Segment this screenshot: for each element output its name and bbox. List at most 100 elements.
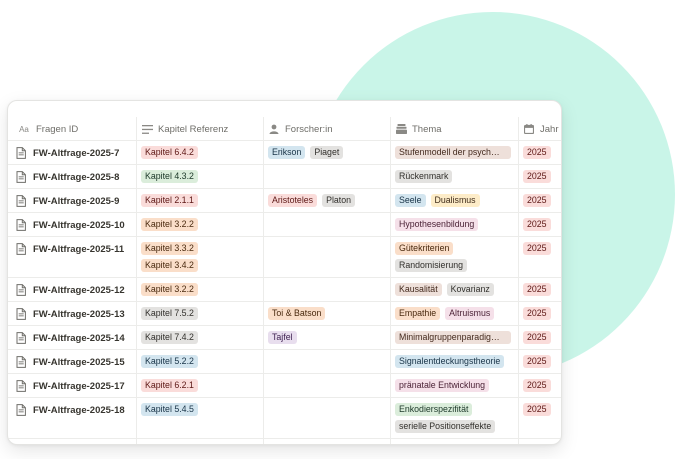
thema-tag[interactable]: Kausalität (395, 283, 442, 296)
jahr-tag[interactable]: 2025 (523, 403, 551, 416)
kapitel-tag[interactable]: Kapitel 3.4.2 (141, 259, 198, 272)
table-row[interactable]: FW-Altfrage-2025-8 Kapitel 4.3.2 Rückenmar… (8, 165, 561, 189)
table-row[interactable]: FW-Altfrage-2025-9 Kapitel 2.1.1 Aristotel… (8, 189, 561, 213)
jahr-cell[interactable]: 2025 (523, 170, 551, 183)
jahr-tag[interactable]: 2025 (523, 307, 551, 320)
jahr-cell[interactable]: 2025 (523, 283, 551, 296)
jahr-tag[interactable]: 2025 (523, 331, 551, 344)
table-row[interactable]: FW-Altfrage-2025-18 Kapitel 5.4.5 Enkodier… (8, 398, 561, 439)
forscher-cell[interactable]: Tajfel (268, 331, 297, 344)
column-header-forscher[interactable]: Forscher:in (268, 117, 333, 141)
jahr-tag[interactable]: 2025 (523, 146, 551, 159)
thema-cell[interactable]: Hypothesenbildung (395, 218, 479, 231)
jahr-cell[interactable]: 2025 (523, 355, 551, 368)
jahr-cell[interactable]: 2025 (523, 307, 551, 320)
kapitel-cell[interactable]: Kapitel 5.2.2 (141, 355, 198, 368)
thema-tag[interactable]: Dualismus (430, 194, 480, 207)
forscher-tag[interactable]: Toi & Batson (268, 307, 326, 320)
table-row[interactable]: FW-Altfrage-2025-14 Kapitel 7.4.2 Tajfel Mi… (8, 326, 561, 350)
thema-cell[interactable]: Rückenmark (395, 170, 453, 183)
forscher-cell[interactable]: Aristoteles Platon (268, 194, 356, 207)
forscher-tag[interactable]: Platon (322, 194, 356, 207)
thema-tag[interactable]: Randomisierung (395, 259, 468, 272)
table-row[interactable]: FW-Altfrage-2025-13 Kapitel 7.5.2 Toi & Ba… (8, 302, 561, 326)
fragen-id-cell[interactable]: FW-Altfrage-2025-10 (16, 219, 125, 231)
jahr-cell[interactable]: 2025 (523, 242, 551, 255)
kapitel-tag[interactable]: Kapitel 3.2.2 (141, 218, 198, 231)
kapitel-cell[interactable]: Kapitel 6.2.1 (141, 379, 198, 392)
thema-cell[interactable]: Empathie Altruismus (395, 307, 495, 320)
thema-tag[interactable]: serielle Positionseffekte (395, 420, 496, 433)
table-row[interactable]: FW-Altfrage-2025-7 Kapitel 6.4.2 Erikson Pi… (8, 141, 561, 165)
fragen-id-cell[interactable]: FW-Altfrage-2025-15 (16, 356, 125, 368)
forscher-cell[interactable]: Erikson Piaget (268, 146, 344, 159)
thema-cell[interactable]: Kausalität Kovarianz (395, 283, 494, 296)
thema-tag[interactable]: Kovarianz (446, 283, 494, 296)
thema-cell[interactable]: Minimalgruppenparadig… (395, 331, 511, 344)
table-row[interactable]: FW-Altfrage-2025-12 Kapitel 3.2.2 Kausalit… (8, 278, 561, 302)
kapitel-cell[interactable]: Kapitel 3.3.2 Kapitel 3.4.2 (141, 242, 198, 272)
table-row[interactable]: FW-Altfrage-2025-17 Kapitel 6.2.1 pränatal… (8, 374, 561, 398)
fragen-id-cell[interactable]: FW-Altfrage-2025-13 (16, 308, 125, 320)
forscher-cell[interactable]: Toi & Batson (268, 307, 326, 320)
kapitel-cell[interactable]: Kapitel 2.1.1 (141, 194, 198, 207)
column-header-jahr[interactable]: Jahr (523, 117, 558, 141)
jahr-tag[interactable]: 2025 (523, 170, 551, 183)
kapitel-tag[interactable]: Kapitel 3.2.2 (141, 283, 198, 296)
kapitel-tag[interactable]: Kapitel 5.4.5 (141, 403, 198, 416)
kapitel-cell[interactable]: Kapitel 6.4.2 (141, 146, 198, 159)
kapitel-tag[interactable]: Kapitel 7.4.2 (141, 331, 198, 344)
fragen-id-cell[interactable]: FW-Altfrage-2025-12 (16, 284, 125, 296)
thema-cell[interactable]: Seele Dualismus (395, 194, 480, 207)
fragen-id-cell[interactable]: FW-Altfrage-2025-18 (16, 404, 125, 416)
kapitel-tag[interactable]: Kapitel 3.3.2 (141, 242, 198, 255)
kapitel-cell[interactable]: Kapitel 7.5.2 (141, 307, 198, 320)
jahr-cell[interactable]: 2025 (523, 146, 551, 159)
jahr-cell[interactable]: 2025 (523, 379, 551, 392)
forscher-tag[interactable]: Erikson (268, 146, 306, 159)
forscher-tag[interactable]: Piaget (310, 146, 344, 159)
thema-tag[interactable]: Signalentdeckungstheorie (395, 355, 505, 368)
jahr-cell[interactable]: 2025 (523, 218, 551, 231)
forscher-tag[interactable]: Tajfel (268, 331, 297, 344)
fragen-id-cell[interactable]: FW-Altfrage-2025-11 (16, 243, 124, 255)
jahr-tag[interactable]: 2025 (523, 218, 551, 231)
fragen-id-cell[interactable]: FW-Altfrage-2025-7 (16, 147, 119, 159)
thema-tag[interactable]: Enkodierspezifität (395, 403, 473, 416)
table-row[interactable]: FW-Altfrage-2025-15 Kapitel 5.2.2 Signalen… (8, 350, 561, 374)
thema-tag[interactable]: Rückenmark (395, 170, 453, 183)
jahr-tag[interactable]: 2025 (523, 283, 551, 296)
thema-cell[interactable]: pränatale Entwicklung (395, 379, 490, 392)
jahr-tag[interactable]: 2025 (523, 194, 551, 207)
jahr-tag[interactable]: 2025 (523, 242, 551, 255)
table-row[interactable]: FW-Altfrage-2025-11 Kapitel 3.3.2 Kapitel … (8, 237, 561, 278)
kapitel-tag[interactable]: Kapitel 4.3.2 (141, 170, 198, 183)
forscher-tag[interactable]: Aristoteles (268, 194, 318, 207)
thema-tag[interactable]: Minimalgruppenparadig… (395, 331, 511, 344)
jahr-cell[interactable]: 2025 (523, 194, 551, 207)
thema-cell[interactable]: Gütekriterien Randomisierung (395, 242, 468, 272)
kapitel-cell[interactable]: Kapitel 4.3.2 (141, 170, 198, 183)
jahr-cell[interactable]: 2025 (523, 331, 551, 344)
column-header-kapitel-referenz[interactable]: Kapitel Referenz (141, 117, 228, 141)
fragen-id-cell[interactable]: FW-Altfrage-2025-14 (16, 332, 125, 344)
thema-tag[interactable]: Gütekriterien (395, 242, 454, 255)
thema-cell[interactable]: Enkodierspezifität serielle Positionseffe… (395, 403, 496, 433)
kapitel-cell[interactable]: Kapitel 3.2.2 (141, 283, 198, 296)
column-header-fragen-id[interactable]: Aa Fragen ID (17, 117, 78, 141)
jahr-cell[interactable]: 2025 (523, 403, 551, 416)
thema-tag[interactable]: Seele (395, 194, 426, 207)
kapitel-tag[interactable]: Kapitel 6.2.1 (141, 379, 198, 392)
kapitel-cell[interactable]: Kapitel 3.2.2 (141, 218, 198, 231)
thema-tag[interactable]: Altruismus (445, 307, 495, 320)
kapitel-cell[interactable]: Kapitel 5.4.5 (141, 403, 198, 416)
jahr-tag[interactable]: 2025 (523, 355, 551, 368)
jahr-tag[interactable]: 2025 (523, 379, 551, 392)
thema-tag[interactable]: pränatale Entwicklung (395, 379, 490, 392)
kapitel-tag[interactable]: Kapitel 5.2.2 (141, 355, 198, 368)
kapitel-tag[interactable]: Kapitel 6.4.2 (141, 146, 198, 159)
fragen-id-cell[interactable]: FW-Altfrage-2025-9 (16, 195, 119, 207)
thema-cell[interactable]: Signalentdeckungstheorie (395, 355, 505, 368)
thema-tag[interactable]: Hypothesenbildung (395, 218, 479, 231)
fragen-id-cell[interactable]: FW-Altfrage-2025-17 (16, 380, 125, 392)
